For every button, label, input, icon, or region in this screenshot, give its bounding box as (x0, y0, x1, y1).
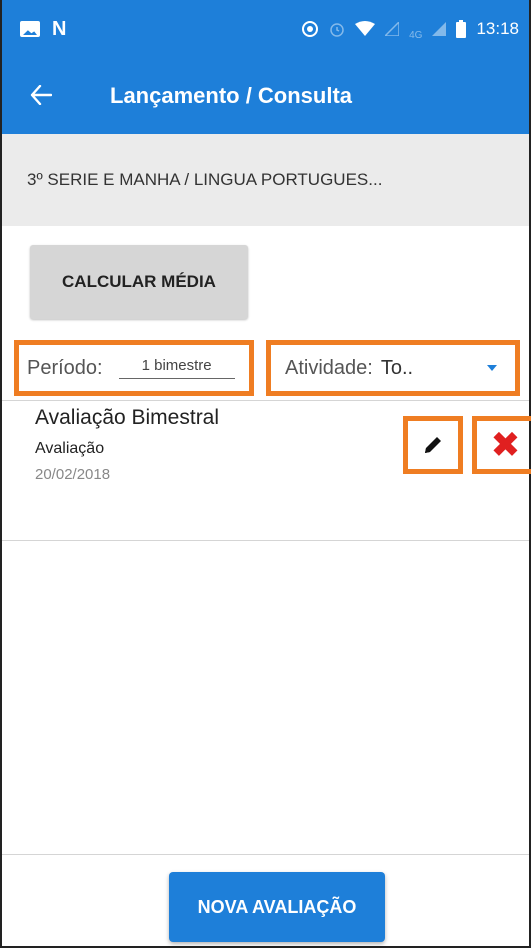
activity-select-value[interactable]: To.. (381, 357, 413, 380)
page-title: Lançamento / Consulta (110, 83, 353, 108)
alarm-icon (330, 23, 344, 37)
divider (2, 400, 529, 401)
battery-icon (456, 20, 467, 38)
n-icon: N (52, 17, 67, 40)
status-time: 13:18 (476, 19, 519, 38)
period-label: Período: (27, 356, 103, 379)
image-icon (20, 21, 40, 37)
evaluation-date: 20/02/2018 (35, 466, 111, 483)
evaluation-title: Avaliação Bimestral (35, 406, 220, 429)
status-bar: N 4G 13:18 (2, 0, 529, 58)
location-icon (302, 21, 319, 37)
activity-filter[interactable]: Atividade: To.. (266, 340, 520, 396)
class-selector[interactable]: 3º SERIE E MANHA / LINGUA PORTUGUES... (2, 134, 529, 226)
period-filter: Período: 1 bimestre (14, 340, 254, 396)
new-evaluation-button[interactable]: NOVA AVALIAÇÃO (169, 872, 385, 942)
delete-button[interactable]: ✖ (472, 416, 531, 474)
app-bar: Lançamento / Consulta (2, 58, 529, 134)
signal-bars-icon (432, 22, 447, 36)
evaluation-type: Avaliação (35, 440, 105, 457)
period-input[interactable]: 1 bimestre (118, 357, 235, 379)
network-type-label: 4G (409, 29, 423, 41)
divider (2, 540, 529, 541)
arrow-left-icon[interactable] (2, 81, 80, 111)
signal-icon (385, 22, 400, 36)
pencil-icon[interactable] (422, 434, 444, 456)
activity-label: Atividade: (285, 356, 373, 379)
dropdown-arrow-icon[interactable] (487, 365, 497, 371)
edit-button[interactable] (403, 416, 463, 474)
calculate-average-button[interactable]: CALCULAR MÉDIA (30, 245, 248, 319)
delete-x-icon[interactable]: ✖ (490, 427, 520, 463)
wifi-icon (355, 21, 376, 36)
divider (2, 854, 529, 855)
